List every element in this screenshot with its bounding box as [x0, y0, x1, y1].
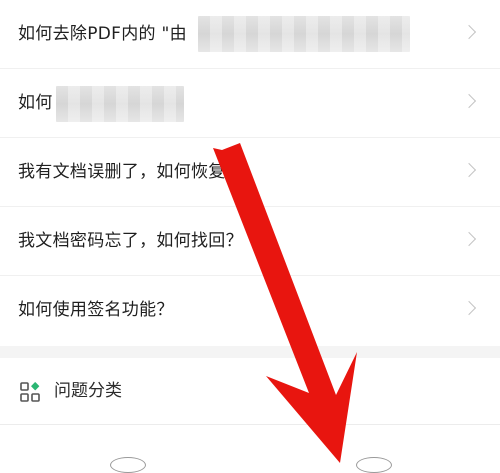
- bottom-tab-icon[interactable]: [356, 457, 392, 473]
- chevron-right-icon: [461, 24, 477, 40]
- section-divider: [0, 346, 500, 358]
- faq-item-label: 我文档密码忘了，如何找回？: [18, 231, 243, 251]
- chevron-right-icon: [461, 162, 477, 178]
- faq-item-signature[interactable]: 如何使用签名功能？: [0, 276, 500, 345]
- faq-item-how[interactable]: 如何: [0, 69, 500, 138]
- chevron-right-icon: [461, 93, 477, 109]
- faq-list: 如何去除PDF内的 "由 如何 我有文档误删了，如何恢复？ 我文档密码忘了，如何…: [0, 0, 500, 345]
- bottom-bar: [0, 425, 500, 473]
- category-row[interactable]: 问题分类: [0, 358, 500, 425]
- faq-item-label: 如何: [18, 93, 53, 113]
- redacted-blur: [56, 86, 184, 122]
- faq-item-label: 如何去除PDF内的 "由: [18, 24, 187, 44]
- chevron-right-icon: [461, 231, 477, 247]
- faq-item-label: 我有文档误删了，如何恢复？: [18, 162, 243, 182]
- faq-item-remove-pdf-mark[interactable]: 如何去除PDF内的 "由: [0, 0, 500, 69]
- category-label: 问题分类: [54, 381, 122, 401]
- bottom-tab-icon[interactable]: [110, 457, 146, 473]
- faq-item-label: 如何使用签名功能？: [18, 300, 174, 320]
- faq-item-forgot-password[interactable]: 我文档密码忘了，如何找回？: [0, 207, 500, 276]
- redacted-blur: [198, 16, 410, 52]
- chevron-right-icon: [461, 300, 477, 316]
- faq-item-recover-deleted[interactable]: 我有文档误删了，如何恢复？: [0, 138, 500, 207]
- grid-category-icon: [20, 382, 40, 402]
